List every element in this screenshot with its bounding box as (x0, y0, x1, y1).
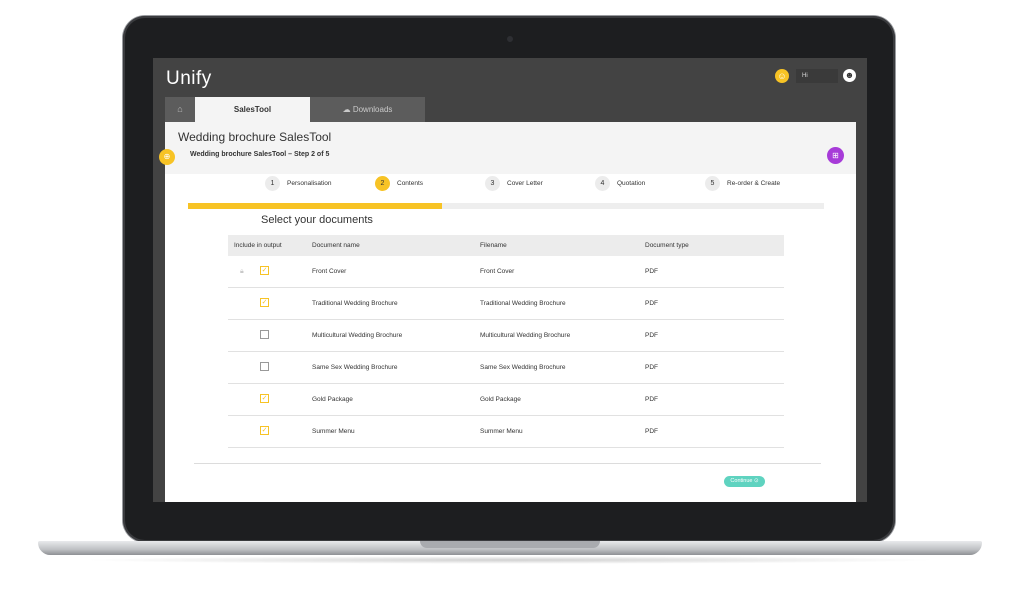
filename: Same Sex Wedding Brochure (480, 364, 566, 371)
user-icon[interactable]: ☺ (775, 69, 789, 83)
divider (194, 463, 821, 464)
section-title: Select your documents (261, 214, 373, 226)
avatar-icon[interactable]: ☻ (843, 69, 856, 82)
filename: Gold Package (480, 396, 521, 403)
step-number: 2 (375, 176, 390, 191)
header-filename[interactable]: Filename (480, 242, 645, 249)
app-logo: Unify (166, 68, 212, 89)
step-contents[interactable]: 2 Contents (375, 176, 423, 191)
table-header: Include in output Document name Filename… (228, 235, 784, 256)
tab-downloads[interactable]: ☁ Downloads (310, 97, 425, 122)
include-cell: ✓ (228, 416, 312, 447)
filename: Traditional Wedding Brochure (480, 300, 566, 307)
stepper: 1 Personalisation 2 Contents 3 Cover Let… (265, 176, 825, 196)
filename: Front Cover (480, 268, 515, 275)
document-type: PDF (645, 428, 658, 435)
document-name: Gold Package (312, 396, 353, 403)
table-row: Same Sex Wedding Brochure Same Sex Weddin… (228, 352, 784, 384)
step-quotation[interactable]: 4 Quotation (595, 176, 645, 191)
step-label: Contents (397, 180, 424, 187)
tab-bar: ⌂ SalesTool ☁ Downloads (165, 97, 425, 122)
document-type: PDF (645, 268, 658, 275)
progress-fill (188, 203, 443, 209)
table-body: 🔒︎ ✓ Front Cover Front Cover PDF ✓ Traditional… (228, 256, 784, 448)
step-number: 3 (485, 176, 500, 191)
include-checkbox[interactable] (260, 362, 269, 371)
main-panel: Wedding brochure SalesTool Wedding broch… (159, 122, 856, 502)
header-include[interactable]: Include in output (228, 242, 312, 249)
lock-icon: 🔒︎ (240, 268, 244, 275)
document-type: PDF (645, 332, 658, 339)
document-name: Same Sex Wedding Brochure (312, 364, 398, 371)
cloud-icon: ☁ (342, 105, 351, 114)
document-type: PDF (645, 396, 658, 403)
tab-salestool[interactable]: SalesTool (195, 97, 310, 122)
include-checkbox[interactable]: ✓ (260, 298, 269, 307)
step-cover-letter[interactable]: 3 Cover Letter (485, 176, 543, 191)
panel-header: Wedding brochure SalesTool Wedding broch… (159, 122, 856, 174)
include-cell: ✓ (228, 384, 312, 415)
page-title: Wedding brochure SalesTool (178, 130, 332, 144)
user-greeting[interactable]: Hi (796, 69, 838, 83)
filename: Multicultural Wedding Brochure (480, 332, 571, 339)
document-name: Multicultural Wedding Brochure (312, 332, 403, 339)
laptop-shadow (80, 556, 940, 564)
gift-icon[interactable]: ⊞ (827, 147, 844, 164)
table-row: ✓ Traditional Wedding Brochure Traditional… (228, 288, 784, 320)
include-cell (228, 352, 312, 383)
header-document-type[interactable]: Document type (645, 242, 775, 249)
document-name: Summer Menu (312, 428, 355, 435)
document-name: Front Cover (312, 268, 347, 275)
include-checkbox[interactable]: ✓ (260, 394, 269, 403)
documents-table: Include in output Document name Filename… (228, 235, 784, 448)
step-label: Cover Letter (507, 180, 543, 187)
continue-button[interactable]: Continue ⊙ (724, 476, 765, 487)
include-checkbox[interactable] (260, 330, 269, 339)
include-checkbox[interactable]: ✓ (260, 426, 269, 435)
screen: Unify ☺ Hi ☻ ⌂ SalesTool ☁ Downloads Wed… (153, 58, 867, 502)
step-personalisation[interactable]: 1 Personalisation (265, 176, 331, 191)
document-type: PDF (645, 300, 658, 307)
step-number: 1 (265, 176, 280, 191)
include-cell: 🔒︎ ✓ (228, 256, 312, 287)
tab-downloads-label: Downloads (352, 105, 393, 114)
expand-icon[interactable]: ⊕ (159, 149, 175, 165)
table-row: ✓ Summer Menu Summer Menu PDF (228, 416, 784, 448)
filename: Summer Menu (480, 428, 523, 435)
include-checkbox[interactable]: ✓ (260, 266, 269, 275)
table-row: Multicultural Wedding Brochure Multicultu… (228, 320, 784, 352)
step-reorder-create[interactable]: 5 Re-order & Create (705, 176, 780, 191)
step-number: 5 (705, 176, 720, 191)
step-label: Re-order & Create (727, 180, 781, 187)
step-label: Quotation (617, 180, 646, 187)
laptop-notch (420, 541, 600, 548)
include-cell: ✓ (228, 288, 312, 319)
webcam (507, 36, 513, 42)
home-icon[interactable]: ⌂ (165, 97, 195, 122)
step-number: 4 (595, 176, 610, 191)
document-type: PDF (645, 364, 658, 371)
progress-bar (188, 203, 824, 209)
document-name: Traditional Wedding Brochure (312, 300, 398, 307)
table-row: ✓ Gold Package Gold Package PDF (228, 384, 784, 416)
step-label: Personalisation (287, 180, 332, 187)
header-document-name[interactable]: Document name (312, 242, 480, 249)
step-title: Wedding brochure SalesTool – Step 2 of 5 (190, 151, 330, 158)
include-cell (228, 320, 312, 351)
table-row: 🔒︎ ✓ Front Cover Front Cover PDF (228, 256, 784, 288)
